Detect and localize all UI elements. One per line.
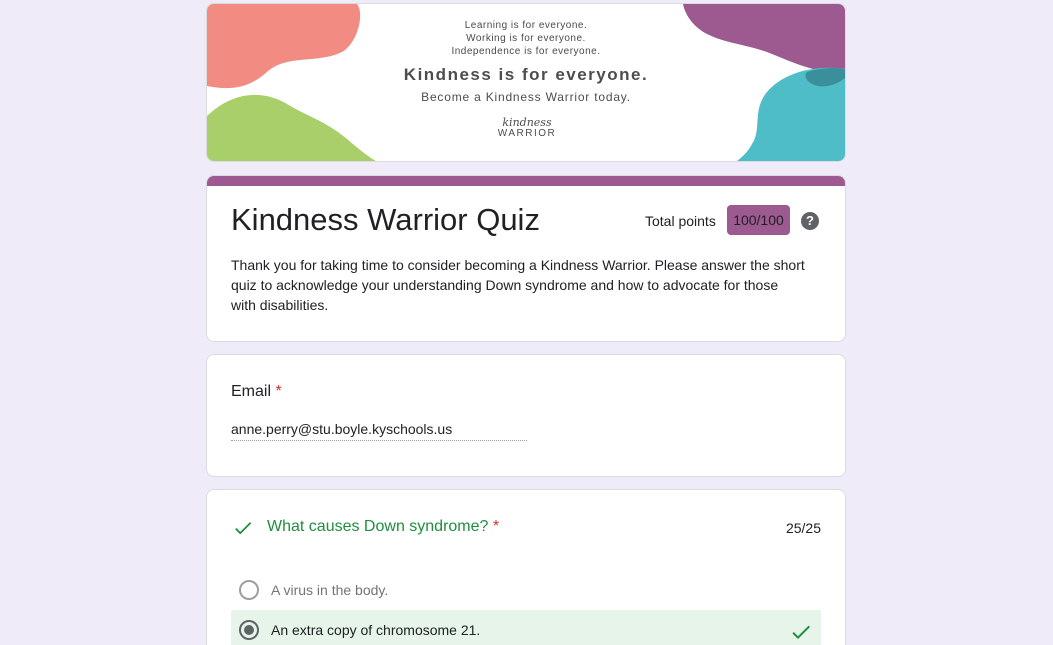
help-circle-icon[interactable]: ? (801, 212, 819, 230)
kindness-warrior-logo: kindness WARRIOR (497, 117, 557, 140)
banner-line-1: Learning is for everyone. (464, 20, 588, 31)
form-title-card: Kindness Warrior Quiz Total points 100/1… (206, 175, 846, 342)
banner-subline: Become a Kindness Warrior today. (421, 90, 631, 104)
question-score: 25/25 (785, 520, 821, 536)
banner-headline: Kindness is for everyone. (403, 65, 649, 84)
question-title: What causes Down syndrome? * (267, 518, 499, 536)
answer-option-label: An extra copy of chromosome 21. (271, 622, 481, 638)
answer-option-label: A virus in the body. (271, 582, 389, 598)
banner-line-2: Working is for everyone. (466, 33, 586, 44)
accent-bar (207, 176, 845, 186)
radio-button-selected[interactable] (239, 620, 259, 640)
page-title: Kindness Warrior Quiz (231, 202, 540, 237)
total-points-label: Total points (645, 213, 716, 229)
question-title-text: What causes Down syndrome? (267, 518, 489, 535)
banner-line-3: Independence is for everyone. (451, 46, 601, 57)
answer-option[interactable]: A virus in the body. (231, 570, 821, 610)
email-label: Email * (231, 383, 282, 401)
correct-check-icon (792, 625, 810, 639)
radio-button[interactable] (239, 580, 259, 600)
check-icon (235, 522, 252, 535)
email-label-text: Email (231, 383, 272, 400)
total-points-badge: 100/100 (727, 205, 790, 235)
logo-bottom-text: WARRIOR (497, 128, 557, 139)
form-description: Thank you for taking time to consider be… (231, 257, 805, 313)
required-asterisk: * (275, 383, 282, 400)
answer-option-selected[interactable]: An extra copy of chromosome 21. (231, 610, 821, 645)
email-question-card: Email * anne.perry@stu.boyle.kyschools.u… (206, 354, 846, 477)
email-field: anne.perry@stu.boyle.kyschools.us (231, 421, 527, 441)
header-banner-image: Learning is for everyone. Working is for… (206, 3, 846, 162)
required-asterisk: * (492, 518, 500, 535)
question-card: What causes Down syndrome? * 25/25 A vir… (206, 489, 846, 645)
logo-top-text: kindness (502, 116, 552, 129)
